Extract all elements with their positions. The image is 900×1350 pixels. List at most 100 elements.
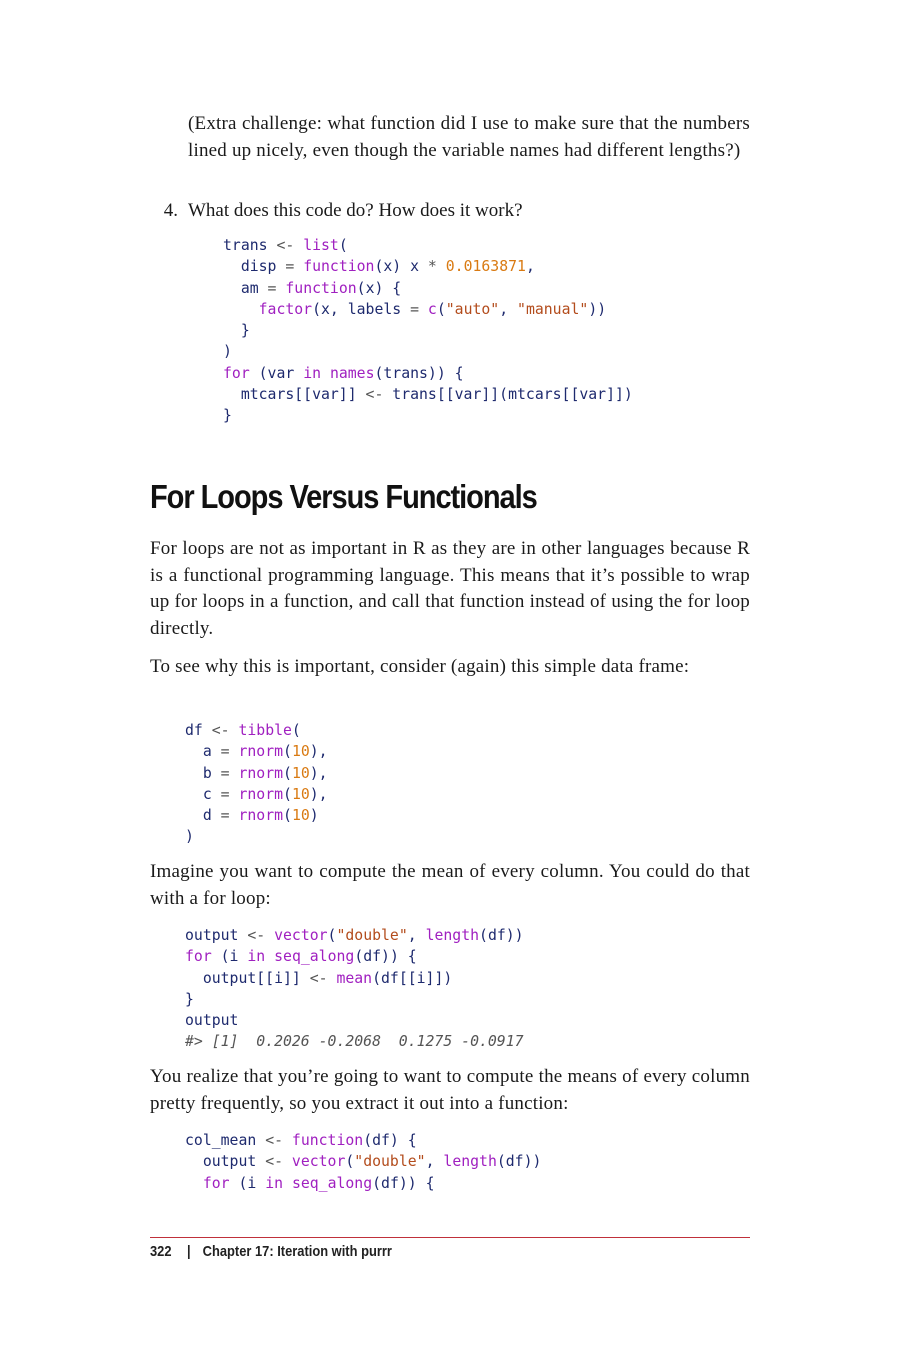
code-token: (var [249,364,304,382]
code-token: (df)) [496,1153,542,1171]
exercise-number: 4. [163,200,178,221]
code-line: d = rnorm(10) [185,807,319,824]
code-line: am = function(x) { [223,280,401,297]
code-token: = [410,300,428,318]
code-line: ) [223,343,232,360]
paragraph-compute-mean: Imagine you want to compute the mean of … [150,861,750,909]
code-token: = [220,764,239,782]
code-token: output[[i]] [185,969,310,987]
code-line: c = rnorm(10), [185,786,328,803]
code-token: ) [185,828,194,846]
code-token: <- [265,1132,292,1149]
code-token: "double" [336,927,408,944]
code-token: c [185,785,221,803]
code-block-loop: output <- vector("double", length(df)) f… [185,925,524,1053]
code-token: )) [588,300,607,318]
code-token: vector [291,1153,346,1171]
code-token: ( [283,764,292,782]
code-token: , [525,258,535,276]
code-block-col-mean: col_mean <- function(df) { output <- vec… [185,1130,541,1194]
code-token: <- [309,969,337,987]
code-token: #> [1] 0.2026 -0.2068 0.1275 -0.0917 [185,1033,524,1051]
code-token: tibble [238,722,292,739]
extra-challenge-text: (Extra challenge: what function did I us… [188,113,750,161]
code-token: col_mean [185,1132,266,1149]
code-line: b = rnorm(10), [185,765,328,782]
paragraph-for-loops: For loops are not as important in R as t… [150,538,750,639]
code-line: ) [185,828,194,845]
code-token: , [499,300,518,318]
code-token: "auto" [445,300,500,318]
code-token: ) [309,807,319,825]
code-token: a [185,743,221,761]
code-line: mtcars[[var]] <- trans[[var]](mtcars[[va… [223,386,633,403]
code-token: length [443,1153,497,1171]
code-token: , [425,1153,444,1171]
code-token: (i [229,1174,266,1192]
code-token: } [223,407,232,425]
book-page: (Extra challenge: what function did I us… [0,0,900,1350]
code-token: seq_along [291,1174,373,1192]
code-token: disp [223,258,286,276]
code-token: am [223,279,268,297]
code-token: "manual" [517,300,589,318]
code-token: in [303,364,322,382]
code-token: (df)) [479,927,524,944]
code-line: disp = function(x) x * 0.0163871, [223,258,535,275]
code-token: (x) { [356,279,402,297]
code-token: names [329,364,375,382]
code-token: output [185,1153,266,1171]
code-token: 0.0163871 [445,258,526,276]
code-token: seq_along [274,948,355,966]
exercise-text: What does this code do? How does it work… [188,200,523,221]
code-token: = [285,258,304,276]
code-token: b [185,764,221,782]
code-token: function [291,1132,364,1149]
code-token: (df)) { [354,948,417,966]
code-token: output [185,927,248,944]
code-token: rnorm [238,785,284,803]
code-token: ) [223,343,232,361]
code-token: df [185,722,212,739]
code-token: 10 [291,743,310,761]
code-token: rnorm [238,807,284,825]
code-token: (i [211,948,248,966]
code-token: <- [265,1153,292,1171]
section-heading: For Loops Versus Functionals [150,478,538,515]
code-token: (df[[i]]) [372,969,453,987]
code-line: col_mean <- function(df) { [185,1132,417,1149]
code-token: trans [223,237,277,254]
code-token: ( [283,743,292,761]
code-token: } [185,990,194,1008]
code-line: } [185,991,194,1008]
code-token: 10 [291,785,310,803]
code-token: rnorm [238,743,284,761]
code-token: for [202,1174,230,1192]
code-block-trans: trans <- list( disp = function(x) x * 0.… [223,235,633,427]
code-token: (trans)) { [374,364,464,382]
code-token: ( [291,722,301,739]
exercise-item-4: 4. What does this code do? How does it wo… [150,198,750,225]
code-token: factor [258,300,313,318]
code-token: mean [336,969,373,987]
code-token: for [223,364,250,382]
code-token: = [220,785,239,803]
code-token: ( [338,237,348,254]
code-token: c [427,300,437,318]
code-token: <- [211,722,239,739]
code-block-df: df <- tibble( a = rnorm(10), b = rnorm(1… [185,720,328,848]
code-token: ( [283,807,292,825]
code-token: (df) { [363,1132,417,1149]
code-token: list [303,237,339,254]
code-token: = [220,743,239,761]
code-token: * [427,258,446,276]
code-token: = [267,279,286,297]
code-token: (x, labels [312,300,411,318]
code-token: function [303,258,375,276]
code-line: a = rnorm(10), [185,743,328,760]
code-line: factor(x, labels = c("auto", "manual")) [223,300,607,318]
code-line: for (i in seq_along(df)) { [185,1175,435,1192]
code-token: ( [283,785,292,803]
